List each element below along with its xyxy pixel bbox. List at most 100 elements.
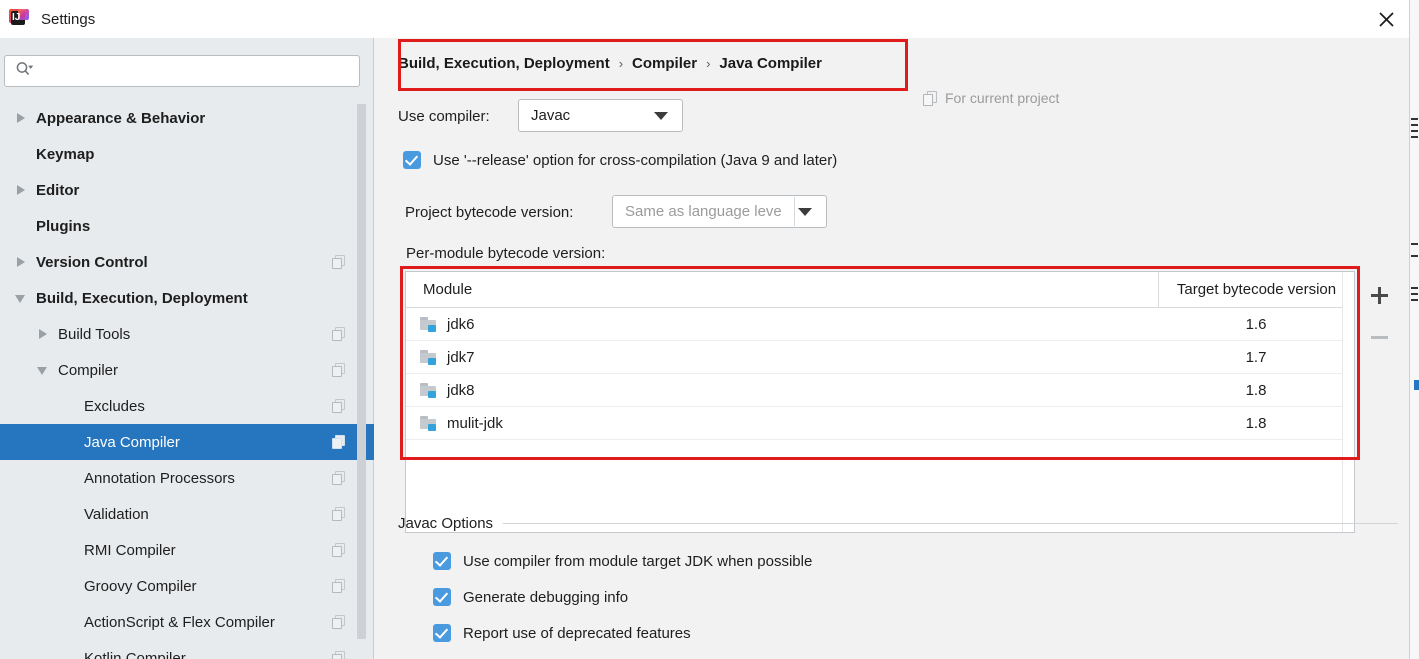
module-cell[interactable]: jdk8: [406, 374, 1158, 406]
target-bytecode-cell[interactable]: 1.8: [1158, 374, 1354, 406]
use-compiler-dropdown[interactable]: Javac: [518, 99, 683, 132]
sidebar-item-label: Keymap: [36, 145, 95, 163]
sidebar-item-validation[interactable]: Validation: [0, 496, 374, 532]
sidebar-item-appearance-behavior[interactable]: Appearance & Behavior: [0, 100, 374, 136]
settings-content-panel: Build, Execution, Deployment › Compiler › Ja…: [375, 38, 1409, 659]
module-cell[interactable]: jdk6: [406, 308, 1158, 340]
target-bytecode-cell[interactable]: 1.6: [1158, 308, 1354, 340]
breadcrumb-item[interactable]: Build, Execution, Deployment: [398, 55, 610, 72]
sidebar-item-label: Validation: [84, 505, 149, 523]
module-folder-icon: [420, 350, 438, 365]
breadcrumb-item[interactable]: Java Compiler: [719, 55, 822, 72]
target-bytecode-cell[interactable]: 1.7: [1158, 341, 1354, 373]
sidebar-item-kotlin-compiler[interactable]: Kotlin Compiler: [0, 640, 374, 659]
sidebar-item-compiler[interactable]: Compiler: [0, 352, 374, 388]
background-window-sliver: [1409, 0, 1419, 659]
sidebar-item-label: RMI Compiler: [84, 541, 176, 559]
sidebar-item-actionscript-flex-compiler[interactable]: ActionScript & Flex Compiler: [0, 604, 374, 640]
sidebar-item-excludes[interactable]: Excludes: [0, 388, 374, 424]
javac-option-checkbox[interactable]: [433, 624, 451, 642]
module-cell[interactable]: mulit-jdk: [406, 407, 1158, 439]
sidebar-item-keymap[interactable]: Keymap: [0, 136, 374, 172]
release-option-row[interactable]: Use '--release' option for cross-compila…: [403, 151, 837, 169]
chevron-right-icon[interactable]: [14, 183, 28, 197]
sidebar-item-label: Appearance & Behavior: [36, 109, 206, 127]
use-compiler-label: Use compiler:: [398, 108, 490, 125]
per-module-bytecode-table: Module Target bytecode version jdk6 1.6 jd…: [405, 271, 1355, 533]
project-bytecode-dropdown[interactable]: Same as language leve: [612, 195, 827, 228]
copy-icon: [332, 399, 346, 413]
module-folder-icon: [420, 317, 438, 332]
copy-icon: [332, 255, 346, 269]
sidebar-item-groovy-compiler[interactable]: Groovy Compiler: [0, 568, 374, 604]
sidebar-scrollbar-thumb[interactable]: [357, 104, 366, 639]
remove-module-button[interactable]: [1360, 316, 1398, 358]
sidebar-item-label: Compiler: [58, 361, 119, 379]
sidebar-item-label: ActionScript & Flex Compiler: [84, 613, 275, 631]
module-cell[interactable]: jdk7: [406, 341, 1158, 373]
javac-option-label: Report use of deprecated features: [463, 624, 691, 642]
close-icon[interactable]: [1371, 6, 1401, 32]
javac-option-row[interactable]: Report use of deprecated features: [433, 624, 691, 642]
sidebar-item-label: Java Compiler: [84, 433, 180, 451]
table-row[interactable]: mulit-jdk 1.8: [406, 407, 1354, 440]
sidebar-item-annotation-processors[interactable]: Annotation Processors: [0, 460, 374, 496]
javac-option-checkbox[interactable]: [433, 588, 451, 606]
search-input[interactable]: [39, 63, 339, 79]
module-folder-icon: [420, 383, 438, 398]
sidebar-item-java-compiler[interactable]: Java Compiler: [0, 424, 374, 460]
javac-option-row[interactable]: Generate debugging info: [433, 588, 628, 606]
add-module-button[interactable]: [1360, 274, 1398, 316]
copy-icon: [332, 327, 346, 341]
chevron-right-icon[interactable]: [14, 111, 28, 125]
column-header-target-bytecode[interactable]: Target bytecode version: [1158, 272, 1354, 307]
table-row[interactable]: jdk6 1.6: [406, 308, 1354, 341]
sidebar-item-label: Build Tools: [58, 325, 131, 343]
window-title: Settings: [41, 10, 96, 28]
table-scrollbar[interactable]: [1342, 272, 1354, 532]
breadcrumb-separator: ›: [618, 55, 624, 71]
project-bytecode-label: Project bytecode version:: [405, 204, 574, 221]
search-box[interactable]: [4, 55, 360, 87]
sidebar-item-build-tools[interactable]: Build Tools: [0, 316, 374, 352]
copy-icon: [332, 615, 346, 629]
chevron-down-icon[interactable]: [36, 363, 50, 377]
chevron-right-icon[interactable]: [36, 327, 50, 341]
column-header-module[interactable]: Module: [406, 272, 1158, 307]
plus-icon: [1370, 286, 1388, 304]
sidebar-item-version-control[interactable]: Version Control: [0, 244, 374, 280]
sidebar-item-label: Groovy Compiler: [84, 577, 197, 595]
module-name: jdk7: [447, 348, 475, 366]
intellij-idea-icon: IJ: [9, 9, 29, 29]
sidebar-item-label: Build, Execution, Deployment: [36, 289, 248, 307]
sidebar-item-editor[interactable]: Editor: [0, 172, 374, 208]
copy-icon: [332, 651, 346, 659]
breadcrumb: Build, Execution, Deployment › Compiler › Ja…: [398, 50, 822, 76]
breadcrumb-item[interactable]: Compiler: [632, 55, 697, 72]
javac-option-checkbox[interactable]: [433, 552, 451, 570]
table-row[interactable]: jdk7 1.7: [406, 341, 1354, 374]
sidebar-item-label: Kotlin Compiler: [84, 649, 186, 659]
sidebar-item-label: Annotation Processors: [84, 469, 235, 487]
chevron-down-icon[interactable]: [14, 291, 28, 305]
chevron-right-icon[interactable]: [14, 255, 28, 269]
javac-option-row[interactable]: Use compiler from module target JDK when…: [433, 552, 812, 570]
copy-icon: [332, 507, 346, 521]
search-field-wrapper: [4, 55, 360, 87]
sidebar-item-plugins[interactable]: Plugins: [0, 208, 374, 244]
sidebar-item-label: Plugins: [36, 217, 91, 235]
module-folder-icon: [420, 416, 438, 431]
copy-icon: [332, 363, 346, 377]
sidebar-item-build-execution-deployment[interactable]: Build, Execution, Deployment: [0, 280, 374, 316]
project-bytecode-value: Same as language leve: [625, 203, 782, 220]
settings-tree: Appearance & Behavior Keymap Editor Plugins…: [0, 100, 374, 659]
table-header-row: Module Target bytecode version: [406, 272, 1354, 308]
target-bytecode-cell[interactable]: 1.8: [1158, 407, 1354, 439]
table-row[interactable]: jdk8 1.8: [406, 374, 1354, 407]
sidebar-item-rmi-compiler[interactable]: RMI Compiler: [0, 532, 374, 568]
settings-dialog: IJ Settings Appearance & Behavior Keymap…: [0, 0, 1419, 659]
release-option-checkbox[interactable]: [403, 151, 421, 169]
